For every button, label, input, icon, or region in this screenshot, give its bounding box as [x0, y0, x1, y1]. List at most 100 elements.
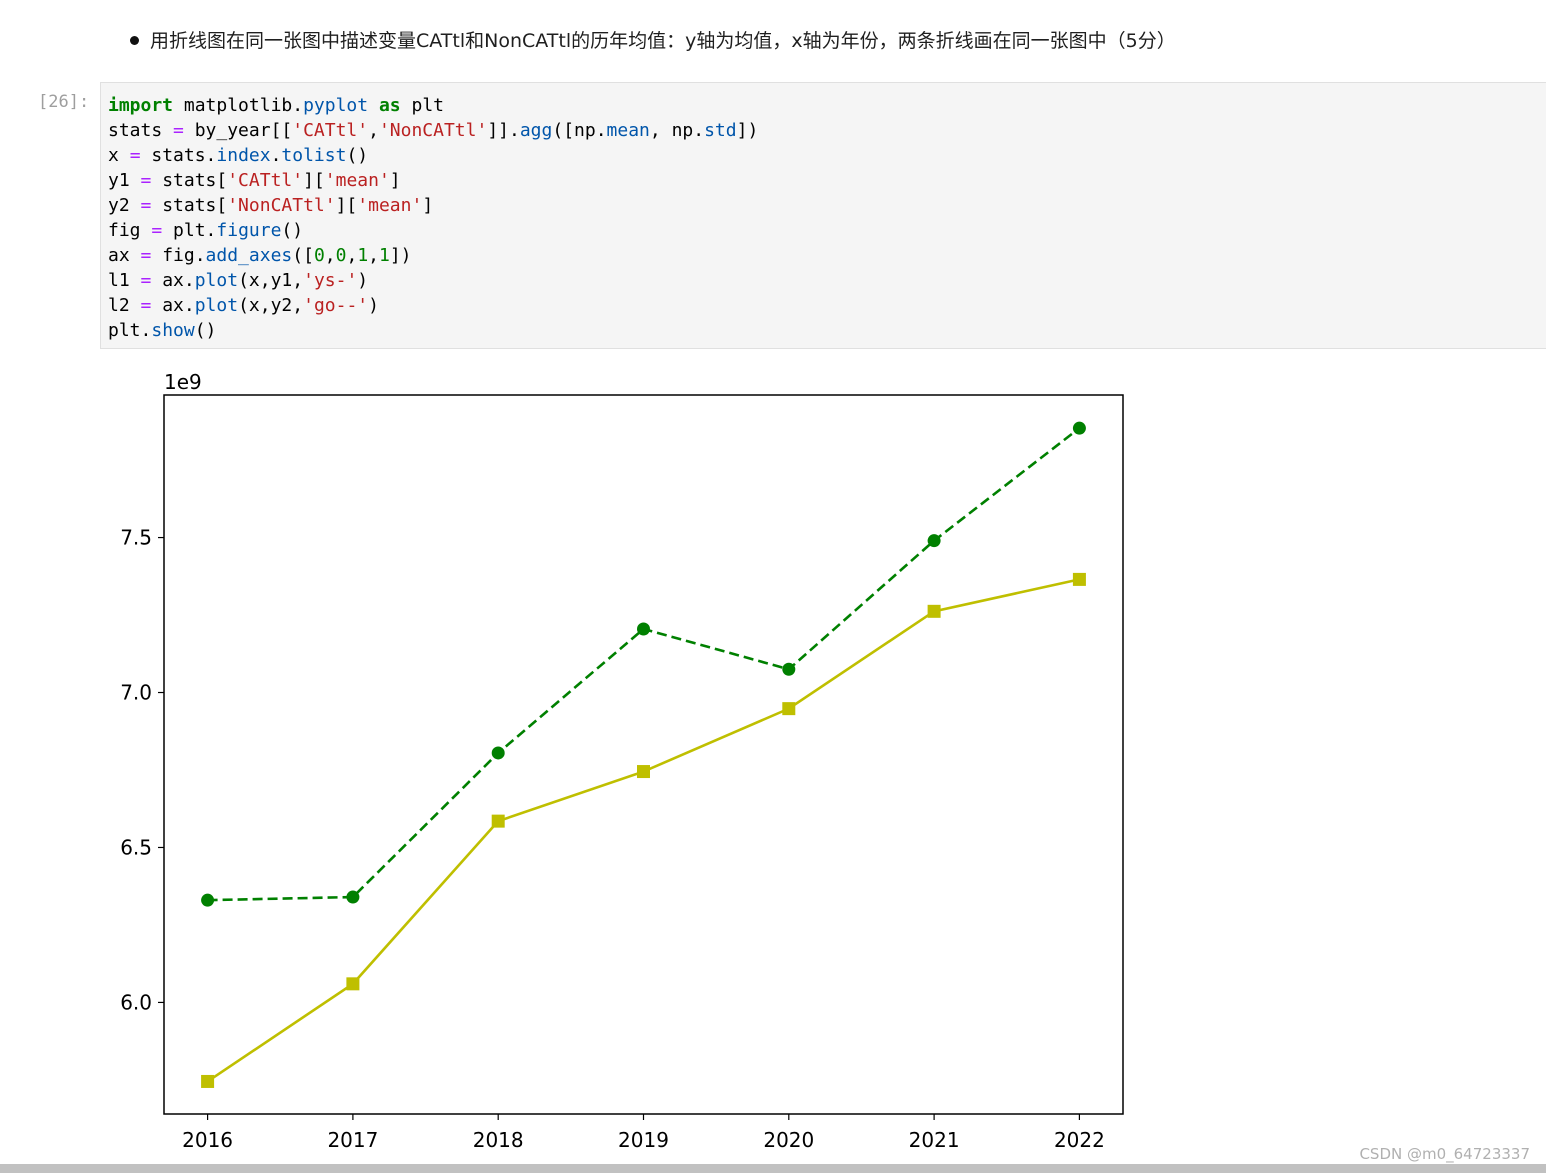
code-token: 'NonCATtl'	[227, 195, 336, 216]
code-line: x = stats.index.tolist()	[108, 145, 368, 166]
code-token: )	[368, 295, 379, 316]
x-tick-label: 2016	[182, 1128, 233, 1152]
code-token: 'mean'	[357, 195, 423, 216]
line-chart: 2016 2017 2018 2019 2020 2021 2022 6.0 6.5 7.0 7.5…	[120, 370, 1124, 1152]
code-token: stats[	[151, 170, 228, 191]
x-tick-label: 2017	[327, 1128, 378, 1152]
watermark: CSDN @m0_64723337	[1359, 1145, 1530, 1163]
code-token: stats.	[140, 145, 217, 166]
code-line: stats = by_year[['CATtl','NonCATtl']].ag…	[108, 120, 758, 141]
square-marker	[927, 604, 941, 618]
code-token: ]	[422, 195, 434, 216]
circle-marker	[637, 622, 650, 636]
x-tick-label: 2020	[763, 1128, 814, 1152]
code-token: ])	[736, 120, 759, 141]
code-token: plot	[194, 270, 239, 291]
code-token: ,	[324, 245, 336, 266]
horizontal-scrollbar[interactable]	[0, 1164, 1546, 1173]
circle-marker	[1072, 421, 1086, 435]
code-token: =	[140, 170, 152, 191]
code-token: ([	[292, 245, 314, 266]
code-token: plot	[194, 295, 239, 316]
code-token: 0	[313, 245, 325, 266]
code-token: mean	[606, 120, 650, 141]
code-token: 'NonCATtl'	[378, 120, 488, 141]
code-line: l1 = ax.plot(x,y1,'ys-')	[108, 270, 368, 291]
code-token: fig.	[151, 245, 206, 266]
x-tick-label: 2019	[618, 1128, 669, 1152]
code-token: plt.	[162, 220, 217, 241]
code-token: stats	[108, 120, 174, 141]
circle-marker	[201, 893, 215, 907]
code-token: =	[129, 145, 141, 166]
x-tick-label: 2022	[1054, 1128, 1105, 1152]
y-tick-label: 6.0	[120, 990, 152, 1014]
code-token: figure	[216, 220, 282, 241]
code-token: ]	[389, 170, 401, 191]
code-token: 'ys-'	[303, 270, 358, 291]
code-token: )	[357, 270, 369, 291]
code-token: ax	[108, 245, 141, 266]
code-token: 'go--'	[303, 295, 369, 316]
square-marker	[782, 702, 796, 716]
square-marker	[346, 977, 360, 991]
code-token: ([np.	[552, 120, 607, 141]
code-token: ()	[194, 320, 217, 341]
code-token: import	[108, 95, 174, 116]
code-token: index	[216, 145, 271, 166]
code-token: 'mean'	[324, 170, 390, 191]
code-token: fig	[108, 220, 152, 241]
code-token: agg	[519, 120, 553, 141]
series-line-2	[207, 427, 1081, 902]
code-token: (x,y2,	[238, 295, 304, 316]
code-token: ax.	[151, 295, 195, 316]
x-tick-label: 2021	[909, 1128, 960, 1152]
code-token: pyplot	[303, 95, 369, 116]
markdown-cell: 用折线图在同一张图中描述变量CATtl和NonCATtl的历年均值：y轴为均值，…	[128, 24, 1508, 56]
circle-marker	[927, 534, 941, 548]
code-token: ][	[335, 195, 358, 216]
code-token: 'CATtl'	[227, 170, 304, 191]
code-token: 1	[379, 245, 390, 266]
code-token: plt.	[108, 320, 152, 341]
code-cell[interactable]: import matplotlib.pyplot as plt stats = …	[100, 82, 1546, 349]
code-token: ]].	[487, 120, 520, 141]
output-area: 2016 2017 2018 2019 2020 2021 2022 6.0 6.5 7.0 7.5…	[100, 362, 1160, 1162]
square-marker	[491, 814, 505, 828]
code-token: x	[108, 145, 130, 166]
y-tick-label: 7.0	[120, 681, 152, 705]
code-token: ax.	[151, 270, 195, 291]
code-line: l2 = ax.plot(x,y2,'go--')	[108, 295, 379, 316]
code-line: y1 = stats['CATtl']['mean']	[108, 170, 401, 191]
code-token: l1	[108, 270, 141, 291]
code-token: =	[173, 120, 184, 141]
code-token: , np.	[649, 120, 705, 141]
code-line: fig = plt.figure()	[108, 220, 303, 241]
plot-area: 2016 2017 2018 2019 2020 2021 2022 6.0 6.5 7.0 7.5…	[120, 370, 1124, 1152]
code-token: ()	[346, 145, 369, 166]
square-marker	[1072, 572, 1086, 586]
circle-marker	[491, 746, 505, 760]
code-token: =	[140, 195, 152, 216]
code-token: ()	[281, 220, 304, 241]
code-token: =	[140, 245, 152, 266]
code-token: ,	[346, 245, 358, 266]
code-token: by_year[[	[183, 120, 293, 141]
code-token: as	[378, 95, 401, 116]
markdown-text: 用折线图在同一张图中描述变量CATtl和NonCATtl的历年均值：y轴为均值，…	[150, 30, 1176, 52]
square-marker	[201, 1074, 215, 1088]
code-token: y1	[108, 170, 141, 191]
circle-marker	[782, 662, 796, 676]
y-tick-label: 7.5	[120, 526, 152, 550]
code-token: tolist	[281, 145, 347, 166]
x-tick-label: 2018	[473, 1128, 524, 1152]
code-token: stats[	[151, 195, 228, 216]
axes-frame	[163, 394, 1124, 1115]
code-token: .	[270, 145, 282, 166]
code-editor[interactable]: import matplotlib.pyplot as plt stats = …	[108, 93, 758, 343]
cell-prompt: [26]:	[38, 92, 90, 112]
code-token: ,	[368, 245, 379, 266]
code-token: ])	[389, 245, 412, 266]
code-line: import matplotlib.pyplot as plt	[108, 95, 444, 116]
